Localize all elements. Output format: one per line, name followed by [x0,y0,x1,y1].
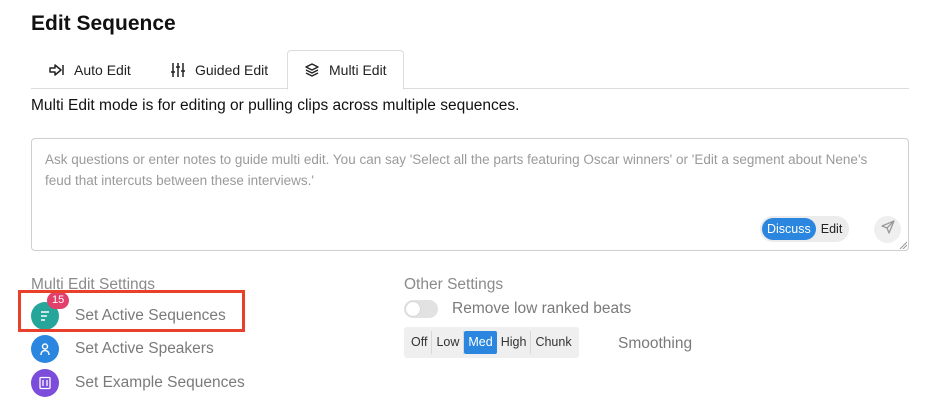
remove-low-ranked-row: Remove low ranked beats [404,300,631,318]
smoothing-selector: Off Low Med High Chunk [404,327,579,358]
set-example-sequences-button[interactable]: Set Example Sequences [31,369,245,397]
mode-description: Multi Edit mode is for editing or pullin… [31,97,520,114]
tab-label: Multi Edit [329,62,387,78]
set-active-speakers-button[interactable]: Set Active Speakers [31,335,214,363]
sliders-icon [170,62,186,78]
remove-low-ranked-toggle[interactable] [404,300,438,318]
item-label: Set Active Speakers [75,340,214,357]
mode-edit-button[interactable]: Edit [816,218,848,240]
arrow-right-icon [49,62,65,78]
sequence-icon [31,369,59,397]
smoothing-chunk-button[interactable]: Chunk [531,331,575,354]
item-label: Set Example Sequences [75,374,245,391]
toggle-label: Remove low ranked beats [452,300,632,317]
send-icon [880,220,895,239]
discuss-edit-toggle: Discuss Edit [760,216,850,242]
person-icon [31,335,59,363]
tab-label: Auto Edit [74,61,131,78]
resize-handle-icon[interactable] [899,241,907,249]
layers-icon [304,62,320,78]
edit-mode-tabs: Auto Edit Guided Edit Multi Edit [31,50,909,90]
tab-label: Guided Edit [195,61,269,78]
prompt-placeholder: Ask questions or enter notes to guide mu… [45,152,868,188]
other-settings-label: Other Settings [404,276,504,293]
smoothing-low-button[interactable]: Low [432,331,465,354]
smoothing-off-button[interactable]: Off [407,331,433,354]
smoothing-high-button[interactable]: High [497,331,532,354]
tab-auto-edit[interactable]: Auto Edit [49,50,131,89]
smoothing-med-button[interactable]: Med [464,331,497,354]
page-title: Edit Sequence [31,12,176,35]
mode-discuss-button[interactable]: Discuss [762,218,816,240]
prompt-input[interactable]: Ask questions or enter notes to guide mu… [31,138,909,251]
tab-multi-edit[interactable]: Multi Edit [287,50,404,90]
highlight-box [18,290,245,332]
smoothing-label: Smoothing [618,335,693,352]
send-button[interactable] [874,216,901,243]
tab-guided-edit[interactable]: Guided Edit [170,50,268,89]
